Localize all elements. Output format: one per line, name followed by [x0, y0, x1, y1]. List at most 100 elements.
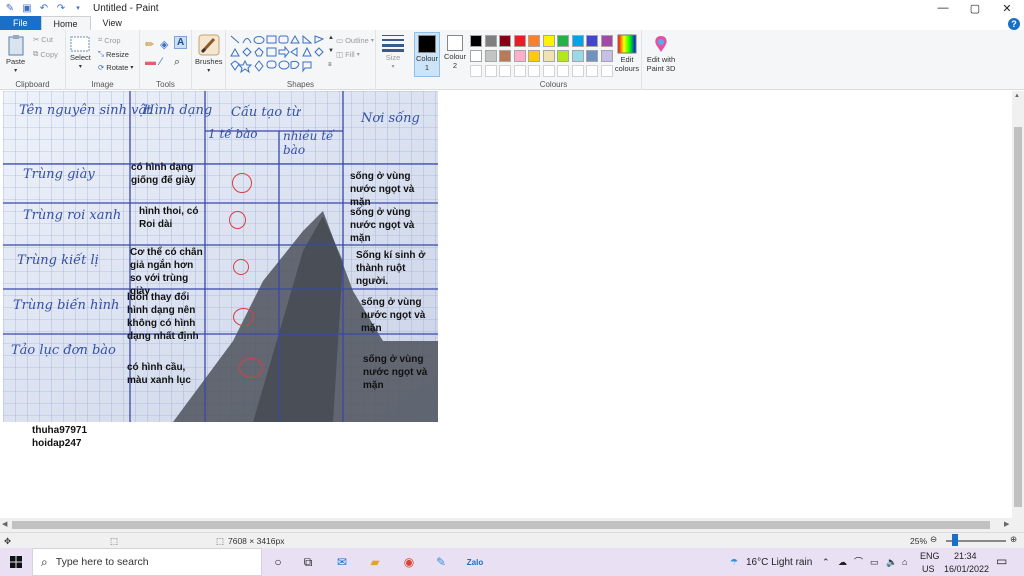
palette-swatch[interactable] [470, 35, 482, 47]
custom-colour-slot[interactable] [470, 65, 482, 77]
shapes-scroll-down-icon[interactable]: ▼ [328, 48, 334, 54]
tab-home[interactable]: Home [40, 16, 91, 30]
weather-text[interactable]: 16°C Light rain [746, 557, 812, 569]
volume-icon[interactable]: 🔈 [886, 556, 897, 568]
paint-taskbar-icon[interactable]: ✎ [433, 554, 449, 570]
custom-colour-slot[interactable] [513, 65, 526, 77]
custom-colour-slot[interactable] [557, 65, 569, 77]
zoom-out-icon[interactable]: ⊖ [930, 534, 937, 545]
copy-button[interactable]: ⧉ Copy [33, 49, 58, 59]
action-center-icon[interactable]: ▭ [996, 555, 1007, 567]
custom-colour-slot[interactable] [571, 65, 584, 77]
palette-swatch[interactable] [499, 50, 511, 62]
palette-swatch[interactable] [586, 50, 598, 62]
mail-icon[interactable]: ✉ [334, 554, 350, 570]
magnifier-icon[interactable]: ⌕ [174, 56, 180, 69]
chrome-icon[interactable]: ◉ [401, 554, 417, 570]
file-explorer-icon[interactable]: ▰ [367, 554, 383, 570]
zoom-in-icon[interactable]: ⊕ [1010, 534, 1017, 545]
text-tool-icon[interactable]: A [174, 36, 188, 49]
resize-button[interactable]: ⤡ Resize [98, 49, 129, 59]
palette-swatch[interactable] [557, 35, 569, 47]
colour1-button[interactable]: Colour 1 [414, 32, 440, 77]
custom-colour-slot[interactable] [600, 65, 613, 77]
custom-colour-slot[interactable] [528, 65, 540, 77]
onedrive-icon[interactable]: ☁ [838, 556, 847, 568]
palette-swatch[interactable] [542, 50, 555, 62]
palette-swatch[interactable] [513, 35, 526, 47]
custom-colour-slot[interactable] [484, 65, 497, 77]
customize-toolbar-icon[interactable]: ▾ [71, 2, 85, 14]
show-hidden-icons-icon[interactable]: ⌃ [822, 556, 830, 568]
language-code[interactable]: ENG [920, 550, 940, 562]
battery-icon[interactable]: ▭ [870, 556, 879, 568]
tab-view[interactable]: View [91, 16, 134, 30]
palette-swatch[interactable] [571, 50, 584, 62]
taskbar-search[interactable]: ⌕ Type here to search [32, 548, 262, 576]
undo-icon[interactable]: ↶ [37, 2, 51, 14]
custom-colour-slot[interactable] [499, 65, 511, 77]
eraser-icon[interactable]: ▬ [145, 56, 156, 68]
palette-swatch[interactable] [542, 35, 555, 47]
zoom-slider-thumb[interactable] [952, 534, 958, 546]
palette-swatch[interactable] [557, 50, 569, 62]
task-view-icon[interactable]: ⧉ [300, 554, 316, 570]
cut-button[interactable]: ✂ Cut [33, 35, 53, 44]
palette-swatch[interactable] [470, 50, 482, 62]
custom-colour-slot[interactable] [542, 65, 555, 77]
palette-swatch[interactable] [571, 35, 584, 47]
select-button[interactable]: Select ▾ [70, 36, 91, 70]
brushes-button[interactable]: Brushes ▾ [195, 34, 223, 74]
clock-date[interactable]: 16/01/2022 [944, 563, 989, 575]
maximize-button[interactable]: ▢ [960, 0, 990, 16]
zalo-icon[interactable]: Zalo [467, 554, 483, 570]
shapes-gallery[interactable] [229, 34, 327, 74]
palette-swatch[interactable] [586, 35, 598, 47]
redo-icon[interactable]: ↷ [54, 2, 68, 14]
region-code[interactable]: US [922, 563, 935, 575]
horizontal-scroll-thumb[interactable] [12, 521, 990, 529]
fill-bucket-icon[interactable]: ◈ [160, 38, 168, 51]
palette-swatch[interactable] [600, 50, 613, 62]
network-icon[interactable]: ⌒ [854, 556, 863, 568]
cortana-icon[interactable]: ○ [270, 554, 286, 570]
crop-button[interactable]: ⌗ Crop [98, 35, 121, 45]
palette-swatch[interactable] [499, 35, 511, 47]
clock-time[interactable]: 21:34 [954, 550, 977, 562]
horizontal-scrollbar[interactable]: ◀ ▶ [0, 518, 1024, 532]
outline-button[interactable]: ▭ Outline ▾ [336, 36, 374, 45]
minimize-button[interactable]: — [928, 0, 958, 16]
palette-swatch[interactable] [528, 50, 540, 62]
palette-swatch[interactable] [528, 35, 540, 47]
shapes-scroll-up-icon[interactable]: ▲ [328, 35, 334, 41]
palette-swatch[interactable] [484, 50, 497, 62]
colour2-button[interactable]: Colour 2 [442, 33, 468, 74]
color-picker-icon[interactable]: ⁄ [160, 56, 162, 68]
windows-start-icon[interactable] [10, 556, 22, 568]
rotate-button[interactable]: ⟳ Rotate ▾ [98, 63, 133, 72]
fill-button[interactable]: ◫ Fill ▾ [336, 50, 360, 59]
help-icon[interactable]: ? [1008, 18, 1020, 30]
scroll-right-icon[interactable]: ▶ [1004, 520, 1009, 528]
tab-file[interactable]: File [0, 16, 41, 30]
edit-colours-button[interactable]: Edit colours [612, 34, 642, 73]
custom-colour-slot[interactable] [586, 65, 598, 77]
save-icon[interactable]: ▣ [20, 2, 34, 14]
edit-with-paint3d-button[interactable]: Edit with Paint 3D [646, 34, 676, 73]
palette-swatch[interactable] [484, 35, 497, 47]
canvas-photo[interactable]: Tên nguyên sinh vật Hình dạng Cấu tạo từ… [3, 91, 438, 422]
close-button[interactable]: ✕ [992, 0, 1022, 16]
paste-button[interactable]: Paste ▾ [6, 34, 25, 74]
shapes-expand-icon[interactable]: ≡ [328, 62, 332, 68]
scroll-left-icon[interactable]: ◀ [2, 520, 7, 528]
size-button[interactable]: Size ▾ [382, 34, 404, 70]
paint3d-label: Edit with Paint 3D [646, 55, 676, 73]
palette-swatch[interactable] [600, 35, 613, 47]
palette-swatch[interactable] [513, 50, 526, 62]
scroll-up-icon[interactable]: ▲ [1014, 93, 1020, 99]
pencil-icon[interactable]: ✏ [145, 38, 154, 51]
vertical-scrollbar[interactable]: ▲ [1012, 91, 1024, 518]
notification-icon[interactable]: ⌂ [902, 556, 907, 568]
vertical-scroll-thumb[interactable] [1014, 127, 1022, 507]
select-label: Select [70, 53, 91, 62]
